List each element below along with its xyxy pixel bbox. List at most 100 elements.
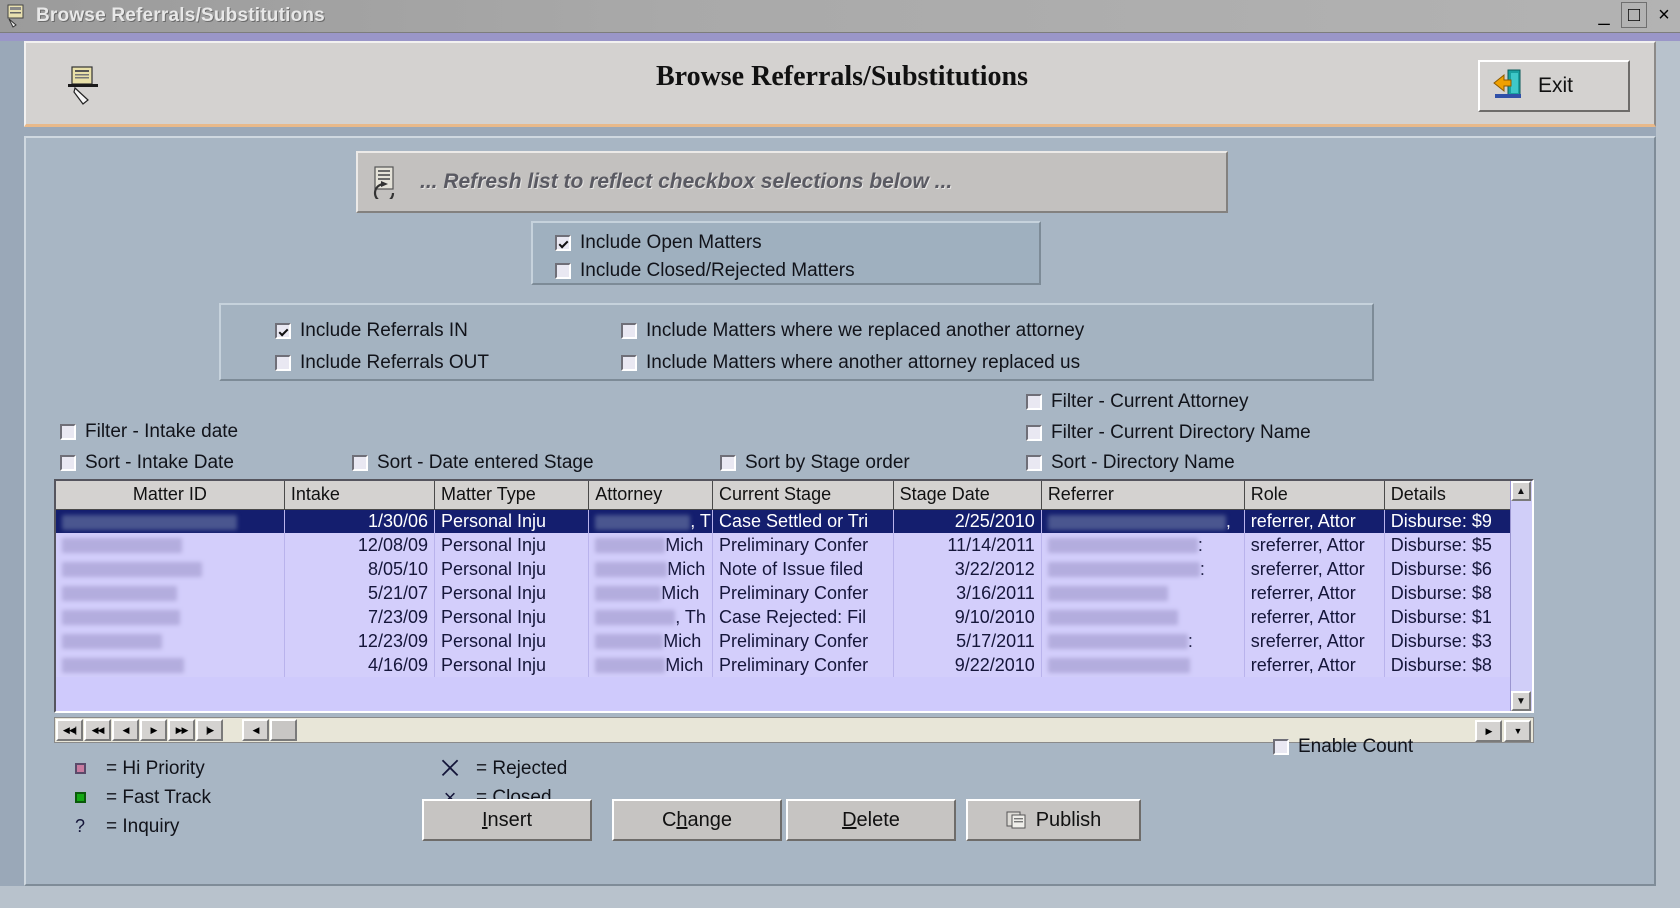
checkbox-filter-current-attorney[interactable]: Filter - Current Attorney [1026, 388, 1248, 416]
checkbox-box[interactable] [60, 455, 76, 471]
checkbox-box[interactable] [275, 355, 291, 371]
checkbox-box[interactable] [720, 455, 736, 471]
nav-next-button[interactable]: ▶ [140, 719, 167, 741]
change-button[interactable]: Change [612, 799, 782, 841]
checkbox-filter-current-directory-name[interactable]: Filter - Current Directory Name [1026, 419, 1311, 447]
checkbox-sort-date-entered-stage[interactable]: Sort - Date entered Stage [352, 449, 594, 477]
checkbox-box[interactable] [621, 355, 637, 371]
nav-prev-button[interactable]: ◀ [112, 719, 139, 741]
col-header-role[interactable]: Role [1244, 481, 1385, 510]
redacted-value [62, 610, 180, 626]
insert-button[interactable]: Insert [422, 799, 592, 841]
checkbox-include-referrals-out[interactable]: Include Referrals OUT [275, 349, 489, 377]
referrals-data-grid[interactable]: Matter ID Intake Matter Type Attorney Cu… [54, 479, 1534, 713]
col-header-matter-id[interactable]: Matter ID [56, 481, 285, 510]
col-header-referrer[interactable]: Referrer [1041, 481, 1245, 510]
window-horizontal-scrollbar[interactable] [0, 886, 1680, 908]
checkbox-include-closed-rejected-matters[interactable]: Include Closed/Rejected Matters [555, 257, 1039, 285]
checkbox-box[interactable] [60, 424, 76, 440]
checkbox-box[interactable] [621, 323, 637, 339]
cell-intake: 12/08/09 [284, 533, 436, 557]
table-row[interactable]: 4/16/09 Personal Inju Mich Preliminary Conf… [56, 653, 1532, 677]
window-vertical-scrollbar[interactable] [1656, 41, 1680, 908]
cell-matter-id [56, 509, 285, 533]
checkbox-label: Sort by Stage order [745, 452, 910, 473]
cell-referrer [1041, 605, 1245, 629]
grid-scroll-up-button[interactable]: ▲ [1511, 481, 1531, 501]
col-header-current-stage[interactable]: Current Stage [712, 481, 894, 510]
publish-button[interactable]: Publish [966, 799, 1141, 841]
hscroll-thumb[interactable] [270, 719, 297, 741]
checkbox-box[interactable] [555, 235, 571, 251]
grid-scroll-down-button[interactable]: ▼ [1511, 691, 1531, 711]
minimize-button[interactable]: _ [1590, 1, 1618, 29]
nav-prev-page-button[interactable]: ◀◀ [84, 719, 111, 741]
cell-current-stage: Case Rejected: Fil [712, 605, 894, 629]
hscroll-right-group: ▶ ▼ [1474, 720, 1531, 742]
window-controls: _ □ × [1590, 1, 1678, 29]
cell-matter-id [56, 629, 285, 653]
cell-intake: 4/16/09 [284, 653, 436, 677]
nav-last-button[interactable]: |▶ [196, 719, 223, 741]
checkbox-another-attorney-replaced-us[interactable]: Include Matters where another attorney r… [621, 349, 1080, 377]
redacted-value [1047, 562, 1200, 578]
checkbox-enable-count[interactable]: Enable Count [1273, 733, 1413, 761]
checkbox-box[interactable] [1026, 425, 1042, 441]
cell-role: sreferrer, Attor [1244, 557, 1385, 581]
delete-button[interactable]: Delete [786, 799, 956, 841]
hscroll-right-button[interactable]: ▶ [1475, 720, 1502, 742]
table-row[interactable]: 12/08/09 Personal Inju Mich Preliminary Con… [56, 533, 1532, 557]
hscroll-left-button[interactable]: ◀ [242, 719, 269, 741]
col-header-intake[interactable]: Intake [284, 481, 436, 510]
redacted-value [62, 634, 162, 650]
cell-matter-id [56, 605, 285, 629]
cell-stage-date: 3/16/2011 [893, 581, 1042, 605]
table-row[interactable]: 8/05/10 Personal Inju Mich Note of Issue fi… [56, 557, 1532, 581]
checkbox-label: Include Matters where another attorney r… [646, 352, 1081, 373]
checkbox-we-replaced-another-attorney[interactable]: Include Matters where we replaced anothe… [621, 317, 1084, 345]
cell-intake: 8/05/10 [284, 557, 436, 581]
publish-icon [1006, 811, 1026, 829]
checkbox-sort-intake-date[interactable]: Sort - Intake Date [60, 449, 234, 477]
table-row[interactable]: 12/23/09 Personal Inju Mich Preliminary Con… [56, 629, 1532, 653]
checkbox-sort-directory-name[interactable]: Sort - Directory Name [1026, 449, 1235, 477]
cell-role: sreferrer, Attor [1244, 533, 1385, 557]
refresh-list-button[interactable]: ... Refresh list to reflect checkbox sel… [356, 151, 1228, 213]
title-bar: Browse Referrals/Substitutions _ □ × [0, 0, 1680, 33]
refresh-list-icon [372, 165, 406, 204]
table-row[interactable]: 7/23/09 Personal Inju, Th Case Rejected: F… [56, 605, 1532, 629]
table-row[interactable]: 1/30/06Personal Inju, ThCase Settled or … [56, 509, 1532, 533]
checkbox-sort-by-stage-order[interactable]: Sort by Stage order [720, 449, 910, 477]
checkbox-label: Include Matters where we replaced anothe… [646, 320, 1085, 341]
close-button[interactable]: × [1650, 1, 1678, 29]
cell-current-stage: Note of Issue filed [712, 557, 894, 581]
checkbox-box[interactable] [352, 455, 368, 471]
title-accent-bar [0, 33, 1680, 41]
cell-intake: 5/21/07 [284, 581, 436, 605]
legend-label: = Rejected [476, 757, 568, 779]
checkbox-box[interactable] [275, 323, 291, 339]
table-row[interactable]: 5/21/07 Personal Inju Mich Preliminary Conf… [56, 581, 1532, 605]
cell-matter-type: Personal Inju [434, 509, 590, 533]
grid-scroll-down-button-2[interactable]: ▼ [1504, 720, 1531, 742]
checkbox-box[interactable] [1273, 739, 1289, 755]
col-header-matter-type[interactable]: Matter Type [434, 481, 590, 510]
maximize-button[interactable]: □ [1621, 2, 1647, 28]
nav-next-page-button[interactable]: ▶▶ [168, 719, 195, 741]
redacted-value [595, 586, 662, 602]
checkbox-box[interactable] [1026, 455, 1042, 471]
col-header-stage-date[interactable]: Stage Date [893, 481, 1042, 510]
col-header-attorney[interactable]: Attorney [588, 481, 714, 510]
cell-role: referrer, Attor [1244, 581, 1385, 605]
checkbox-box[interactable] [1026, 394, 1042, 410]
checkbox-box[interactable] [555, 263, 571, 279]
cell-matter-type: Personal Inju [434, 557, 590, 581]
cell-matter-type: Personal Inju [434, 581, 590, 605]
window-title: Browse Referrals/Substitutions [36, 5, 325, 26]
nav-first-button[interactable]: ◀◀| [56, 719, 83, 741]
exit-button[interactable]: Exit [1478, 60, 1630, 112]
grid-vertical-scrollbar[interactable]: ▲ ▼ [1510, 481, 1532, 711]
checkbox-filter-intake-date[interactable]: Filter - Intake date [60, 418, 238, 446]
checkbox-include-referrals-in[interactable]: Include Referrals IN [275, 317, 468, 345]
checkbox-include-open-matters[interactable]: Include Open Matters [555, 229, 1039, 257]
